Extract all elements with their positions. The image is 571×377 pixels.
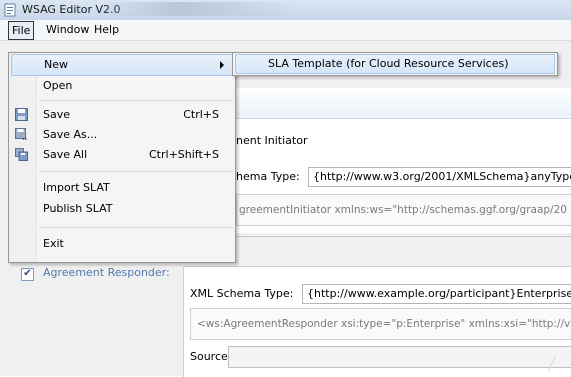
menu-item-publish-slat[interactable]: Publish SLAT bbox=[11, 199, 233, 219]
save-as-icon bbox=[15, 128, 27, 140]
agreement-responder-label: Agreement Responder: bbox=[43, 266, 170, 279]
menu-bar: File Window Help bbox=[0, 20, 571, 41]
file-menu: New Open Save Ctrl+S Save As... Save All… bbox=[8, 52, 236, 263]
menu-item-shortcut: Ctrl+Shift+S bbox=[149, 148, 219, 161]
title-bar-blur bbox=[100, 2, 300, 16]
title-bar: WSAG Editor V2.0 bbox=[0, 0, 571, 21]
initiator-xml-field[interactable]: greementInitiator xmlns:ws="http://schem… bbox=[236, 194, 571, 226]
save-all-icon bbox=[15, 148, 28, 161]
section-header-strip bbox=[236, 88, 571, 119]
menu-item-new[interactable]: New bbox=[11, 54, 235, 76]
submenu-arrow-icon bbox=[220, 61, 224, 69]
menu-help[interactable]: Help bbox=[90, 21, 123, 38]
menu-item-open[interactable]: Open bbox=[11, 76, 233, 96]
responder-checkbox[interactable]: ✔ bbox=[21, 268, 34, 281]
source-label: Source bbox=[190, 350, 228, 363]
new-submenu: SLA Template (for Cloud Resource Service… bbox=[232, 52, 558, 76]
menu-item-exit[interactable]: Exit bbox=[11, 234, 233, 254]
agreement-initiator-label: nent Initiator bbox=[236, 134, 308, 147]
menu-separator bbox=[39, 171, 233, 172]
submenu-item-label: SLA Template (for Cloud Resource Service… bbox=[268, 57, 509, 70]
menu-item-label: Save All bbox=[43, 148, 88, 161]
initiator-schema-row: hema Type: {http://www.w3.org/2001/XMLSc… bbox=[236, 167, 571, 187]
submenu-item-sla-template[interactable]: SLA Template (for Cloud Resource Service… bbox=[235, 54, 555, 74]
menu-item-label: Save bbox=[43, 108, 71, 121]
responder-schema-label: XML Schema Type: bbox=[190, 287, 294, 300]
menu-item-label: New bbox=[44, 58, 68, 71]
menu-separator bbox=[39, 100, 233, 101]
menu-item-label: Import SLAT bbox=[43, 181, 110, 194]
menu-item-save-as[interactable]: Save As... bbox=[11, 125, 233, 145]
watermark-mark: ╱ bbox=[548, 357, 556, 372]
responder-xml-field[interactable]: <ws:AgreementResponder xsi:type="p:Enter… bbox=[190, 308, 571, 340]
app-icon bbox=[4, 3, 16, 17]
menu-file[interactable]: File bbox=[8, 21, 35, 40]
initiator-schema-label: hema Type: bbox=[236, 170, 300, 183]
save-icon bbox=[15, 108, 28, 121]
initiator-schema-input[interactable]: {http://www.w3.org/2001/XMLSchema}anyTyp… bbox=[308, 167, 571, 187]
menu-item-label: Open bbox=[43, 79, 73, 92]
menu-window[interactable]: Window bbox=[42, 21, 93, 38]
menu-item-label: Publish SLAT bbox=[43, 202, 113, 215]
menu-item-shortcut: Ctrl+S bbox=[183, 108, 219, 121]
menu-item-label: Exit bbox=[43, 237, 64, 250]
responder-schema-input[interactable]: {http://www.example.org/participant}Ente… bbox=[302, 284, 571, 304]
divider bbox=[236, 236, 571, 237]
menu-item-save[interactable]: Save Ctrl+S bbox=[11, 105, 233, 125]
source-field[interactable] bbox=[228, 346, 571, 368]
menu-item-save-all[interactable]: Save All Ctrl+Shift+S bbox=[11, 145, 233, 165]
menu-separator bbox=[39, 227, 233, 228]
menu-item-label: Save As... bbox=[43, 128, 98, 141]
menu-item-import-slat[interactable]: Import SLAT bbox=[11, 178, 233, 198]
